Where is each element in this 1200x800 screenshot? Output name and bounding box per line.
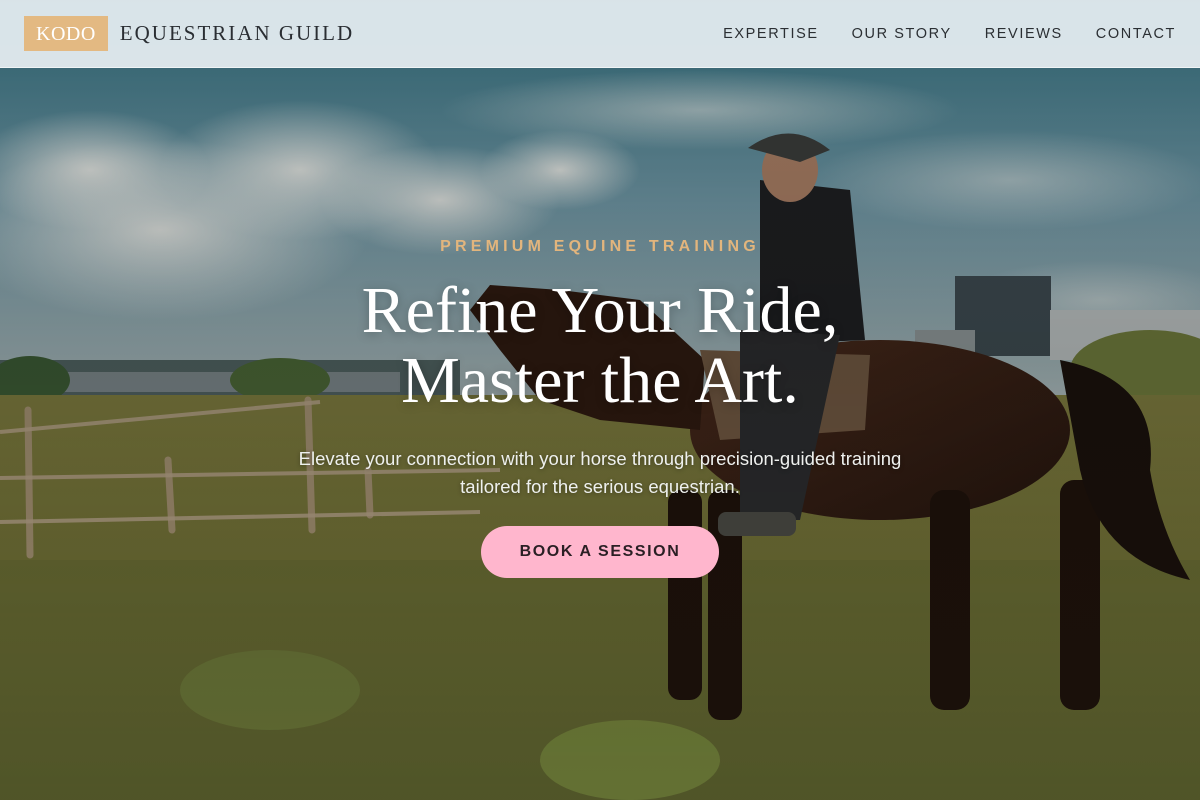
hero-headline: Refine Your Ride, Master the Art. <box>0 276 1200 416</box>
nav-link-contact[interactable]: CONTACT <box>1096 26 1176 42</box>
nav-link-our-story[interactable]: OUR STORY <box>852 26 952 42</box>
hero-headline-line-1: Refine Your Ride, <box>361 274 839 347</box>
main-nav: EXPERTISE OUR STORY REVIEWS CONTACT <box>723 26 1176 42</box>
nav-link-expertise[interactable]: EXPERTISE <box>723 26 819 42</box>
hero-section: PREMIUM EQUINE TRAINING Refine Your Ride… <box>0 0 1200 800</box>
hero-eyebrow: PREMIUM EQUINE TRAINING <box>440 238 760 255</box>
hero-subtext: Elevate your connection with your horse … <box>298 448 902 497</box>
logo-text: EQUESTRIAN GUILD <box>119 21 355 45</box>
brand-logo-link[interactable]: KODO EQUESTRIAN GUILD <box>24 16 354 51</box>
nav-link-reviews[interactable]: REVIEWS <box>985 26 1063 42</box>
logo-mark: KODO <box>24 16 108 51</box>
site-header: KODO EQUESTRIAN GUILD EXPERTISE OUR STOR… <box>0 0 1200 68</box>
book-session-button[interactable]: BOOK A SESSION <box>481 526 719 578</box>
hero-headline-line-2: Master the Art. <box>401 344 799 417</box>
